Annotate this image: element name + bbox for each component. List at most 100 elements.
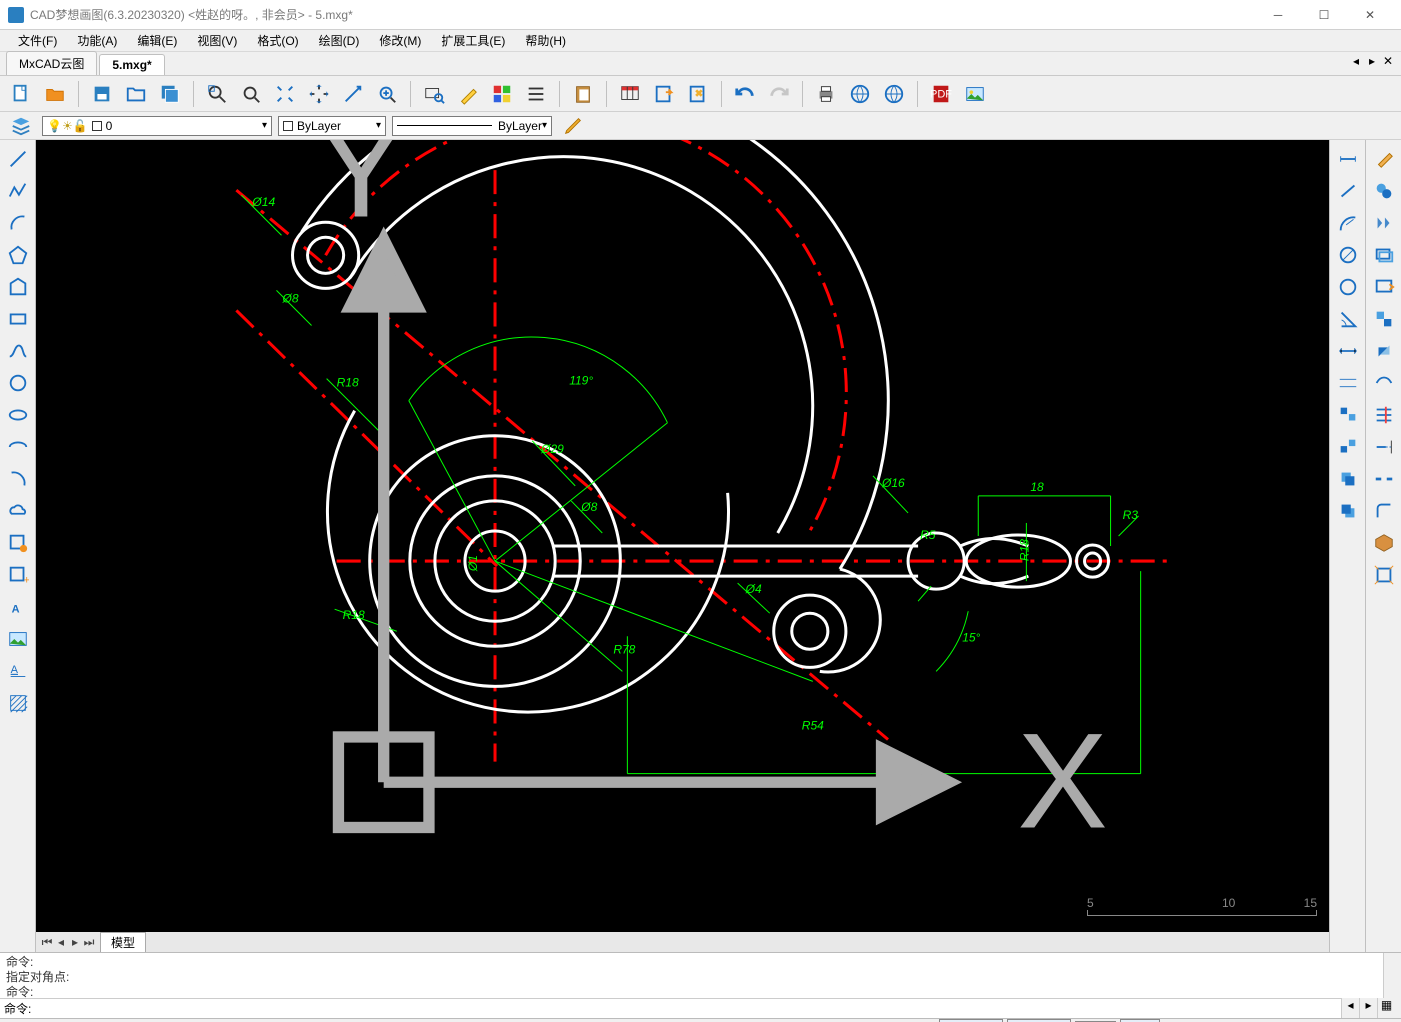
tab-nav-prev[interactable]: ◂: [1349, 54, 1363, 68]
scale-button[interactable]: [1369, 368, 1399, 398]
undo-button[interactable]: [730, 79, 760, 109]
fillet-button[interactable]: [1369, 496, 1399, 526]
dim-aligned-button[interactable]: [1333, 176, 1363, 206]
extend-button[interactable]: [1369, 432, 1399, 462]
block-create-button[interactable]: +: [3, 560, 33, 590]
dim-horizontal-button[interactable]: [1333, 336, 1363, 366]
block-insert-button[interactable]: [3, 528, 33, 558]
pdf-button[interactable]: PDF: [926, 79, 956, 109]
layer-manager-button[interactable]: [6, 111, 36, 141]
cmd-scroll-horz[interactable]: ◂▸▦: [1341, 998, 1401, 1018]
dim-angular-button[interactable]: [1333, 304, 1363, 334]
linetype-dropdown[interactable]: ByLayer ▾: [392, 116, 552, 136]
copy-button[interactable]: [1369, 176, 1399, 206]
zoom-extents-button[interactable]: [270, 79, 300, 109]
pentagon-button[interactable]: [3, 272, 33, 302]
move-button[interactable]: [1369, 304, 1399, 334]
menu-modify[interactable]: 修改(M): [369, 30, 431, 51]
image-attach-button[interactable]: [3, 624, 33, 654]
text-button[interactable]: A: [3, 592, 33, 622]
menu-edit[interactable]: 编辑(E): [127, 30, 187, 51]
web-b-button[interactable]: [879, 79, 909, 109]
trim-button[interactable]: [1369, 400, 1399, 430]
drawing-canvas[interactable]: Ø14 Ø8 R18 119° Ø29 Ø8 Ø4 Ø16 R5 18 R18 …: [36, 140, 1329, 932]
rotate-button[interactable]: [1369, 336, 1399, 366]
open-folder-button[interactable]: [121, 79, 151, 109]
tab-nav-next[interactable]: ▸: [1365, 54, 1379, 68]
cmd-scroll-vert[interactable]: [1383, 953, 1401, 998]
menu-function[interactable]: 功能(A): [67, 30, 127, 51]
sheet-last[interactable]: ⏭: [82, 935, 96, 950]
revcloud-button[interactable]: [3, 496, 33, 526]
command-input[interactable]: [35, 1000, 1401, 1018]
highlight-button[interactable]: [453, 79, 483, 109]
pan-button[interactable]: [304, 79, 334, 109]
text-style-button[interactable]: A: [3, 656, 33, 686]
sheet-first[interactable]: ⏮: [40, 935, 54, 950]
pencil-button[interactable]: [558, 111, 588, 141]
explode-button[interactable]: [1369, 560, 1399, 590]
sheet-next[interactable]: ▸: [68, 935, 82, 949]
find-button[interactable]: [419, 79, 449, 109]
dim-linear-button[interactable]: [1333, 144, 1363, 174]
dim-diameter-button[interactable]: [1333, 240, 1363, 270]
polyline-button[interactable]: [3, 176, 33, 206]
image-button[interactable]: [960, 79, 990, 109]
paste-button[interactable]: [568, 79, 598, 109]
tab-cloud[interactable]: MxCAD云图: [6, 51, 97, 75]
polygon-button[interactable]: [3, 240, 33, 270]
zoom-realtime-button[interactable]: [372, 79, 402, 109]
zoom-dynamic-button[interactable]: [236, 79, 266, 109]
chamfer-button[interactable]: [1369, 528, 1399, 558]
rectangle-button[interactable]: [3, 304, 33, 334]
open-button[interactable]: [40, 79, 70, 109]
offset-button[interactable]: [1369, 240, 1399, 270]
ellipse-button[interactable]: [3, 400, 33, 430]
sheet-model[interactable]: 模型: [100, 932, 146, 953]
menu-format[interactable]: 格式(O): [247, 30, 308, 51]
color-palette-button[interactable]: [487, 79, 517, 109]
new-button[interactable]: [6, 79, 36, 109]
menu-help[interactable]: 帮助(H): [515, 30, 576, 51]
arc-button[interactable]: [3, 208, 33, 238]
line-button[interactable]: [3, 144, 33, 174]
align-bottom-button[interactable]: [1333, 432, 1363, 462]
tab-close[interactable]: ✕: [1381, 54, 1395, 68]
erase-button[interactable]: [1369, 144, 1399, 174]
spline-button[interactable]: [3, 336, 33, 366]
align-top-button[interactable]: [1333, 400, 1363, 430]
dim-arc-button[interactable]: [1333, 272, 1363, 302]
ellipse-arc-button[interactable]: [3, 432, 33, 462]
menu-ext-tools[interactable]: 扩展工具(E): [431, 30, 515, 51]
menu-file[interactable]: 文件(F): [8, 30, 67, 51]
maximize-button[interactable]: ☐: [1301, 0, 1347, 30]
dim-radius-button[interactable]: [1333, 208, 1363, 238]
table-button[interactable]: [615, 79, 645, 109]
list-button[interactable]: [521, 79, 551, 109]
bring-front-button[interactable]: [1333, 464, 1363, 494]
color-dropdown[interactable]: ByLayer ▾: [278, 116, 386, 136]
web-a-button[interactable]: [845, 79, 875, 109]
close-button[interactable]: ✕: [1347, 0, 1393, 30]
mirror-button[interactable]: [1369, 208, 1399, 238]
arc2-button[interactable]: [3, 464, 33, 494]
save-button[interactable]: [87, 79, 117, 109]
minimize-button[interactable]: ─: [1255, 0, 1301, 30]
menu-draw[interactable]: 绘图(D): [309, 30, 370, 51]
sheet-prev[interactable]: ◂: [54, 935, 68, 949]
export-button[interactable]: [649, 79, 679, 109]
print-button[interactable]: [811, 79, 841, 109]
dim-continue-button[interactable]: [1333, 368, 1363, 398]
break-button[interactable]: [1369, 464, 1399, 494]
redo-button[interactable]: [764, 79, 794, 109]
tab-file[interactable]: 5.mxg*: [99, 54, 164, 75]
zoom-window-button[interactable]: [202, 79, 232, 109]
array-button[interactable]: [1369, 272, 1399, 302]
clean-button[interactable]: [683, 79, 713, 109]
rotate-view-button[interactable]: [338, 79, 368, 109]
menu-view[interactable]: 视图(V): [187, 30, 247, 51]
circle-button[interactable]: [3, 368, 33, 398]
send-back-button[interactable]: [1333, 496, 1363, 526]
layer-dropdown[interactable]: 💡 ☀ 🔓 0 ▾: [42, 116, 272, 136]
save-all-button[interactable]: [155, 79, 185, 109]
